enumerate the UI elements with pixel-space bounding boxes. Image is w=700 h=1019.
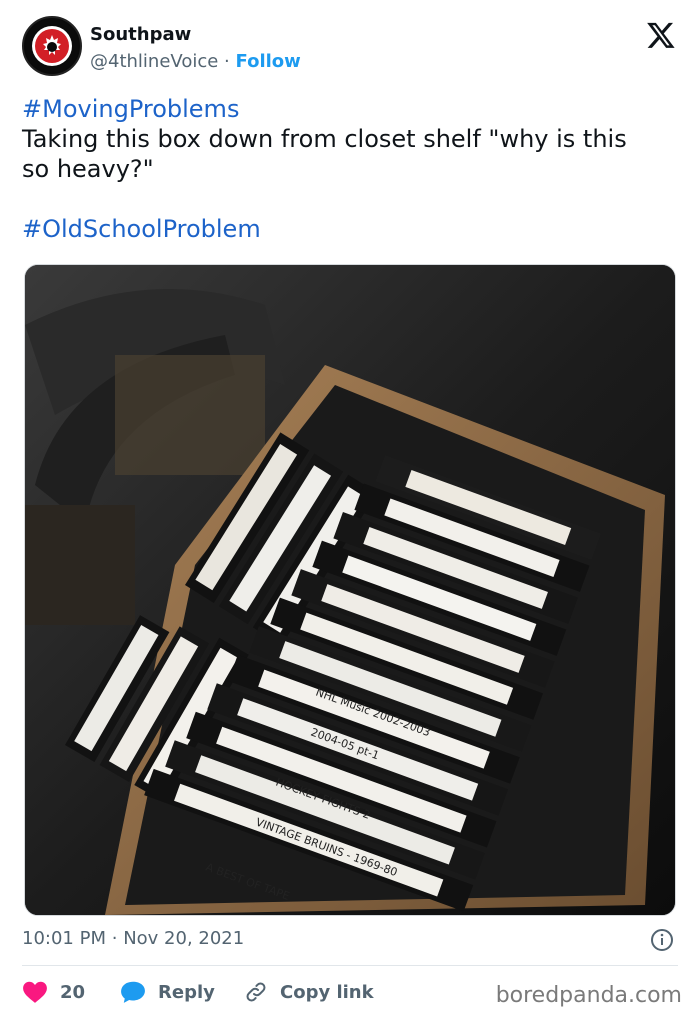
link-icon	[246, 982, 266, 1002]
author-handle-row: @4thlineVoice · Follow	[90, 51, 301, 72]
copy-link-button[interactable]: Copy link	[244, 978, 374, 1006]
hashtag-old-school-problem[interactable]: #OldSchoolProblem	[22, 214, 678, 244]
tweet-meta: 10:01 PM · Nov 20, 2021	[22, 928, 678, 954]
boredpanda-watermark: boredpanda.com	[495, 983, 682, 1008]
avatar-logo-icon	[25, 19, 79, 73]
reply-button[interactable]: Reply	[120, 978, 215, 1006]
heart-icon	[23, 981, 47, 1003]
copy-link-label: Copy link	[280, 981, 374, 1003]
reply-bubble-icon	[121, 981, 145, 1003]
like-count: 20	[60, 981, 86, 1003]
handle-separator: ·	[224, 51, 230, 72]
reply-label: Reply	[158, 981, 215, 1003]
vhs-box-photo: NHL Music 2002-2003 2004-05 pt-1 HOCKEY …	[25, 265, 675, 915]
follow-button[interactable]: Follow	[236, 51, 301, 72]
meta-separator: ·	[111, 928, 118, 949]
author-handle[interactable]: @4thlineVoice	[90, 51, 218, 72]
hashtag-moving-problems[interactable]: #MovingProblems	[22, 94, 678, 124]
divider	[22, 965, 678, 966]
x-logo-icon[interactable]	[646, 20, 676, 50]
tweet-text: #MovingProblems Taking this box down fro…	[22, 94, 678, 244]
tweet-photo[interactable]: NHL Music 2002-2003 2004-05 pt-1 HOCKEY …	[24, 264, 676, 916]
tweet-date[interactable]: Nov 20, 2021	[123, 928, 244, 949]
info-icon[interactable]	[650, 928, 674, 952]
tweet-header: Southpaw @4thlineVoice · Follow	[22, 16, 678, 80]
tweet-text-line: Taking this box down from closet shelf "…	[22, 125, 627, 153]
author-name[interactable]: Southpaw	[90, 24, 191, 45]
avatar[interactable]	[22, 16, 82, 76]
tweet-text-line: so heavy?"	[22, 155, 154, 183]
like-button[interactable]: 20	[22, 978, 85, 1006]
tweet-time[interactable]: 10:01 PM	[22, 928, 106, 949]
